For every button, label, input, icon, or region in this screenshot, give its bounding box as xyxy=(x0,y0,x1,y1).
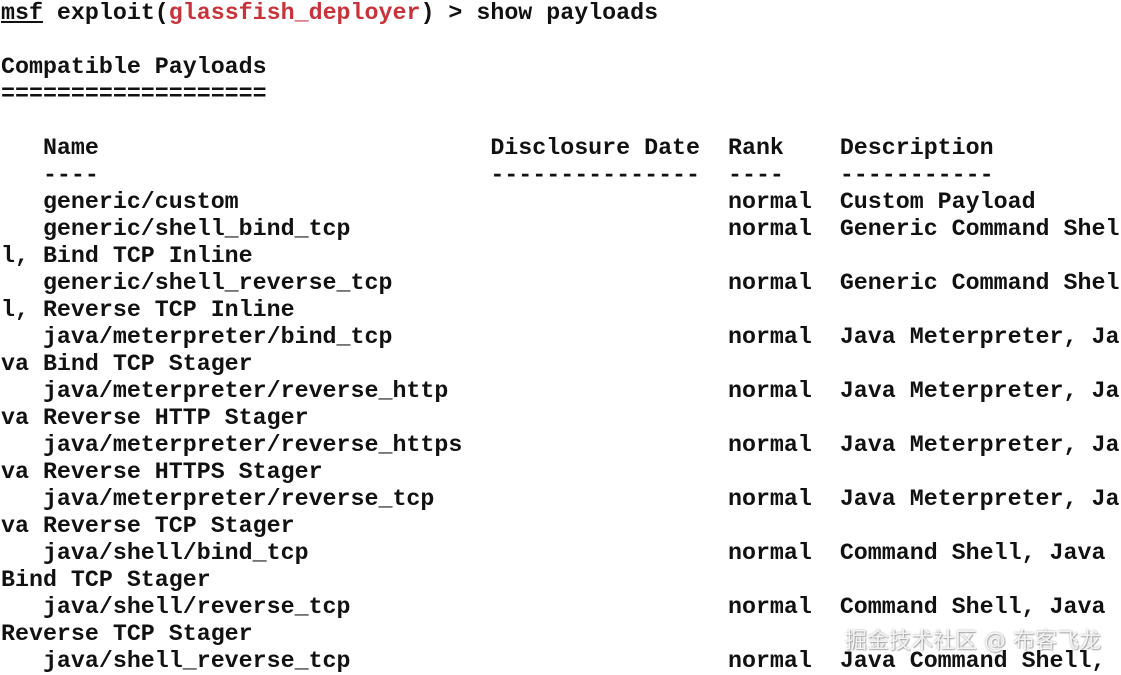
msf-prompt: msf xyxy=(1,0,43,26)
table-row: java/shell/bind_tcp normal Command Shell… xyxy=(1,540,1120,566)
table-row-wrap: va Reverse HTTPS Stager xyxy=(1,459,323,485)
table-header: Name Disclosure Date Rank Description xyxy=(1,135,994,161)
table-row-wrap: va Reverse HTTP Stager xyxy=(1,405,309,431)
terminal-output[interactable]: msf exploit(glassfish_deployer) > show p… xyxy=(1,0,1121,675)
table-row-wrap: l, Bind TCP Inline xyxy=(1,243,253,269)
table-row-wrap: va Bind TCP Stager xyxy=(1,351,253,377)
section-underline: =================== xyxy=(1,81,267,107)
exploit-label: exploit( xyxy=(42,0,169,26)
table-row: java/shell/reverse_tcp normal Command Sh… xyxy=(1,594,1120,620)
section-title: Compatible Payloads xyxy=(1,54,267,80)
command-prompt-line: msf exploit(glassfish_deployer) > show p… xyxy=(1,0,1121,27)
table-row: generic/custom normal Custom Payload xyxy=(1,189,1036,215)
table-row-wrap: Bind TCP Stager xyxy=(1,567,211,593)
table-row: java/meterpreter/bind_tcp normal Java Me… xyxy=(1,324,1120,350)
table-row: java/meterpreter/reverse_https normal Ja… xyxy=(1,432,1120,458)
table-row: java/meterpreter/reverse_http normal Jav… xyxy=(1,378,1120,404)
table-row: generic/shell_reverse_tcp normal Generic… xyxy=(1,270,1120,296)
watermark: 掘金技术社区 @ 布客飞龙 xyxy=(845,629,1101,654)
table-row-wrap: l, Reverse TCP Inline xyxy=(1,297,295,323)
table-row-wrap: va Reverse TCP Stager xyxy=(1,513,295,539)
table-row: generic/shell_bind_tcp normal Generic Co… xyxy=(1,216,1120,242)
command-text: ) > show payloads xyxy=(420,0,659,26)
table-row: java/meterpreter/reverse_tcp normal Java… xyxy=(1,486,1120,512)
table-header-rule: ---- --------------- ---- ----------- xyxy=(1,162,994,188)
module-name: glassfish_deployer xyxy=(168,0,421,26)
